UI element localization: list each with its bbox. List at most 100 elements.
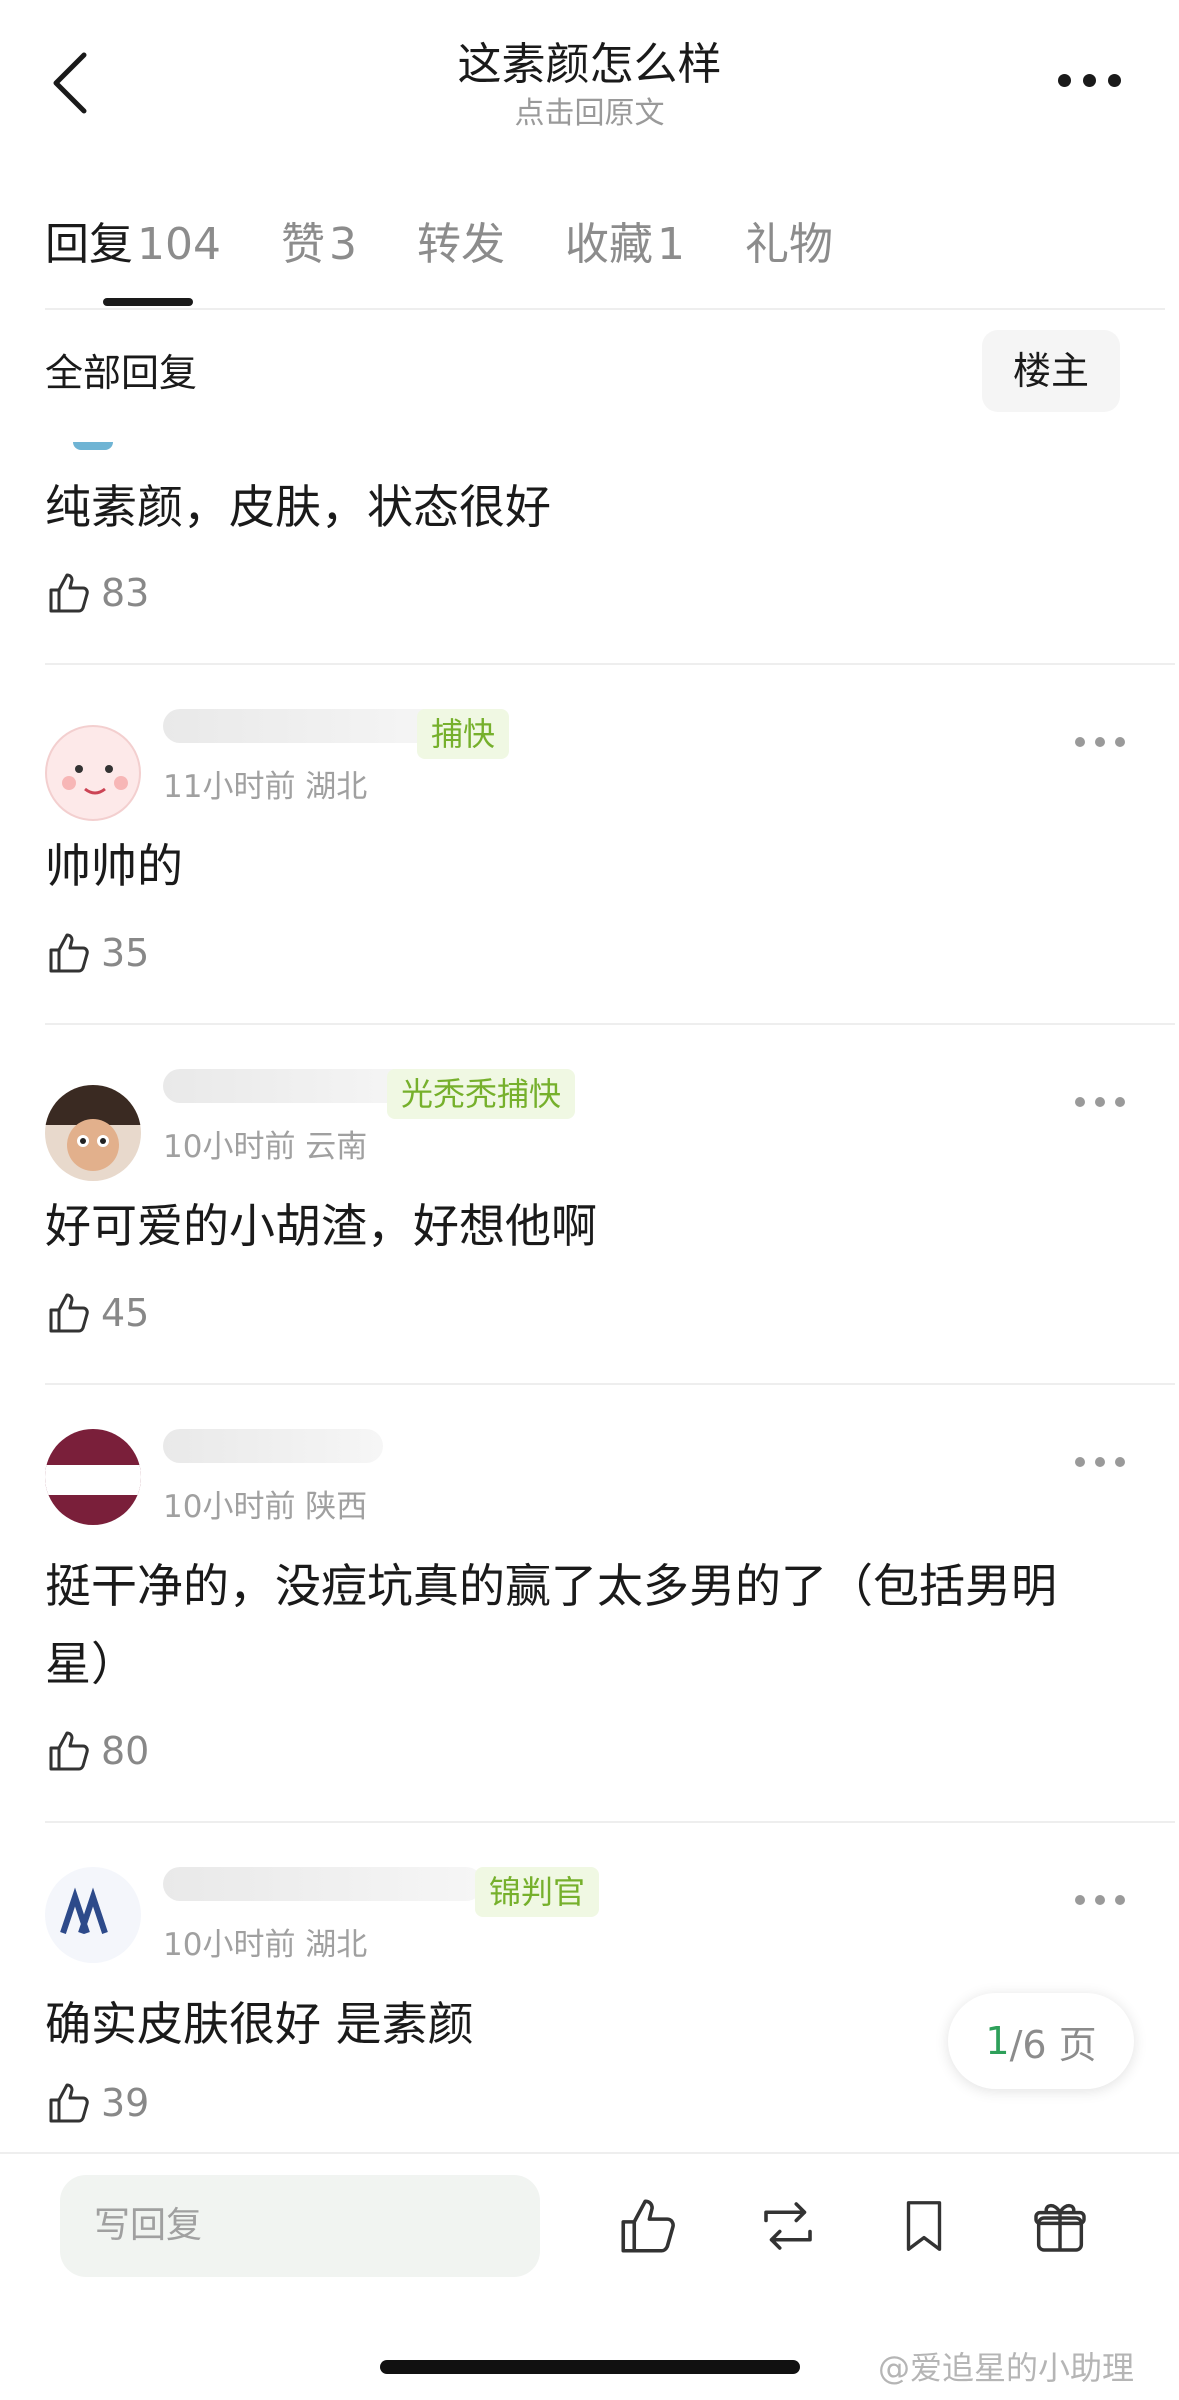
comment-text: 好可爱的小胡渣，好想他啊 — [45, 1199, 597, 1253]
reply-filter-row: 全部回复 楼主 — [45, 330, 1120, 415]
gift-icon — [1034, 2203, 1086, 2252]
current-page: 1 — [985, 2019, 1010, 2063]
comment-item: 捕快 11小时前 湖北 帅帅的 35 — [45, 667, 1175, 1025]
comment-more-button[interactable] — [1065, 727, 1125, 757]
comment-meta: 10小时前 陕西 — [163, 1489, 368, 1525]
tab-replies-count: 104 — [137, 219, 221, 270]
avatar[interactable] — [73, 442, 113, 450]
more-horizontal-icon — [1075, 737, 1085, 747]
comment-text-line-2: 星） — [45, 1637, 137, 1691]
more-horizontal-icon — [1075, 1097, 1085, 1107]
user-badge: 锦判官 — [475, 1867, 600, 1917]
repost-icon — [764, 2202, 812, 2250]
gift-button[interactable] — [1024, 2190, 1096, 2262]
more-dot — [1095, 1457, 1105, 1467]
comment-item: 锦判官 10小时前 湖北 确实皮肤很好 是素颜 39 — [45, 1825, 1175, 2150]
divider — [0, 2152, 1179, 2154]
more-dot — [1115, 737, 1125, 747]
nav-header: 这素颜怎么样 点击回原文 — [0, 0, 1179, 180]
comment-item: 10小时前 陕西 挺干净的，没痘坑真的赢了太多男的了（包括男明 星） 80 — [45, 1387, 1175, 1823]
divider — [45, 1023, 1175, 1025]
active-tab-indicator — [103, 298, 193, 306]
like-count: 45 — [101, 1291, 150, 1335]
username[interactable] — [163, 1429, 383, 1463]
avatar[interactable] — [45, 1867, 141, 1963]
tab-reposts[interactable]: 转发 — [417, 200, 505, 310]
tab-bar: 回复 104 赞3 转发 收藏 1 礼物 — [45, 200, 1165, 310]
tab-favorites-count: 1 — [656, 219, 685, 270]
user-badge: 捕快 — [417, 709, 510, 759]
home-indicator — [380, 2360, 800, 2374]
comment-more-button[interactable] — [1065, 1447, 1125, 1477]
tab-reposts-label: 转发 — [416, 219, 505, 270]
watermark-text: @爱追星的小助理 — [878, 2349, 1135, 2387]
more-dot — [1115, 1097, 1125, 1107]
more-dot — [1082, 73, 1096, 87]
avatar-face-icon — [62, 765, 128, 795]
tab-replies[interactable]: 回复 104 — [45, 200, 221, 310]
reply-input[interactable]: 写回复 — [60, 2175, 540, 2277]
comment-text-line-1: 挺干净的，没痘坑真的赢了太多男的了（包括男明 — [45, 1559, 1057, 1613]
comment-more-button[interactable] — [1065, 1885, 1125, 1915]
tab-likes-label: 赞 — [280, 219, 325, 270]
thumbs-up-icon — [49, 1293, 89, 1333]
op-only-button[interactable]: 楼主 — [982, 330, 1120, 412]
tab-favorites[interactable]: 收藏 1 — [565, 200, 685, 310]
thumbs-up-icon — [49, 573, 89, 613]
more-horizontal-icon — [1057, 73, 1071, 87]
comment-meta: 10小时前 湖北 — [163, 1927, 368, 1963]
like-button[interactable]: 83 — [45, 563, 149, 623]
thumbs-up-icon — [49, 933, 89, 973]
more-dot — [1095, 1895, 1105, 1905]
divider — [45, 308, 1165, 310]
comment-meta: 10小时前 云南 — [163, 1129, 368, 1165]
username[interactable] — [163, 1867, 483, 1901]
more-options-button[interactable] — [1049, 60, 1129, 100]
comment-item: 纯素颜，皮肤，状态很好 83 — [45, 420, 1175, 665]
more-dot — [1107, 73, 1121, 87]
user-badge: 光秃秃捕快 — [387, 1069, 576, 1119]
avatar[interactable] — [45, 725, 141, 821]
more-horizontal-icon — [1075, 1895, 1085, 1905]
divider — [45, 1383, 1175, 1385]
thumbs-up-icon — [621, 2199, 675, 2253]
divider — [45, 1821, 1175, 1823]
like-button[interactable]: 35 — [45, 923, 149, 983]
like-button[interactable]: 45 — [45, 1283, 149, 1343]
like-count: 83 — [101, 571, 150, 615]
more-horizontal-icon — [1075, 1457, 1085, 1467]
avatar[interactable] — [45, 1429, 141, 1525]
like-count: 35 — [101, 931, 150, 975]
avatar-logo-icon — [60, 1887, 108, 1934]
comment-text: 帅帅的 — [45, 839, 183, 893]
like-count: 39 — [101, 2081, 150, 2125]
tab-gifts[interactable]: 礼物 — [745, 200, 833, 310]
avatar[interactable] — [45, 1085, 141, 1181]
tab-likes[interactable]: 赞3 — [281, 200, 357, 310]
tab-replies-label: 回复 — [45, 219, 133, 270]
like-button[interactable]: 39 — [45, 2073, 149, 2133]
comment-text: 纯素颜，皮肤，状态很好 — [45, 480, 551, 534]
comment-more-button[interactable] — [1065, 1087, 1125, 1117]
like-count: 80 — [101, 1729, 150, 1773]
like-post-button[interactable] — [612, 2190, 684, 2262]
total-pages: /6 页 — [1009, 2022, 1097, 2067]
more-dot — [1095, 1097, 1105, 1107]
page-indicator-button[interactable]: 1/6 页 — [948, 1993, 1134, 2089]
page-title: 这素颜怎么样 — [457, 39, 722, 90]
tab-likes-count: 3 — [328, 219, 357, 270]
divider — [45, 663, 1175, 665]
thumbs-up-icon — [49, 1731, 89, 1771]
thumbs-up-icon — [49, 2083, 89, 2123]
header-title-group[interactable]: 这素颜怎么样 点击回原文 — [0, 36, 1179, 134]
more-dot — [1115, 1457, 1125, 1467]
comment-item: 光秃秃捕快 10小时前 云南 好可爱的小胡渣，好想他啊 45 — [45, 1027, 1175, 1385]
username[interactable] — [163, 709, 453, 743]
like-button[interactable]: 80 — [45, 1721, 149, 1781]
tab-favorites-label: 收藏 — [564, 219, 653, 270]
repost-button[interactable] — [752, 2190, 824, 2262]
avatar-image-icon — [45, 1465, 141, 1495]
username[interactable] — [163, 1069, 423, 1103]
bookmark-button[interactable] — [888, 2190, 960, 2262]
back-to-original-link[interactable]: 点击回原文 — [0, 94, 1179, 134]
